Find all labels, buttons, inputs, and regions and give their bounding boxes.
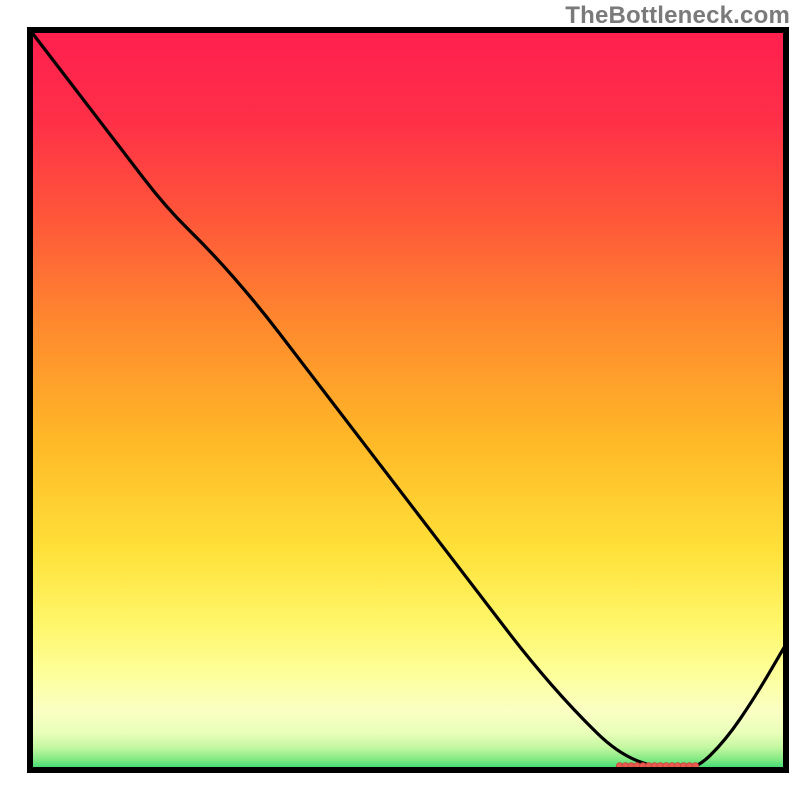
chart-stage: TheBottleneck.com [0, 0, 800, 800]
gradient-background [30, 30, 786, 770]
watermark-text: TheBottleneck.com [565, 2, 790, 30]
bottleneck-chart [0, 0, 800, 800]
plot-area [30, 30, 786, 770]
